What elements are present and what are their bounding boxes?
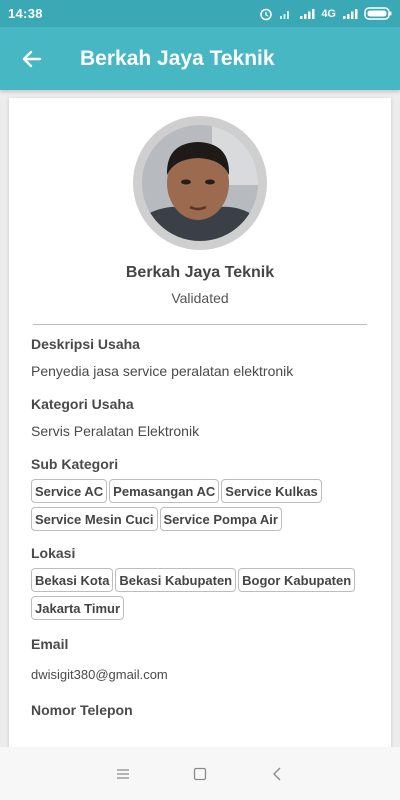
status-icons: 4G <box>259 7 392 21</box>
signal-icon-2 <box>343 8 358 19</box>
chip-service-kulkas[interactable]: Service Kulkas <box>221 479 322 503</box>
validation-status: Validated <box>171 290 229 306</box>
status-bar: 14:38 4G <box>0 0 400 27</box>
location-chips: Bekasi Kota Bekasi Kabupaten Bogor Kabup… <box>31 568 376 624</box>
sub-category-label: Sub Kategori <box>31 456 119 472</box>
profile-photo <box>142 125 258 241</box>
profile-card: Berkah Jaya Teknik Validated Deskripsi U… <box>9 98 391 758</box>
divider <box>33 324 367 325</box>
menu-button[interactable] <box>103 754 143 794</box>
alarm-icon <box>260 8 273 20</box>
chip-bekasi-kota[interactable]: Bekasi Kota <box>31 568 114 592</box>
business-name: Berkah Jaya Teknik <box>125 264 275 281</box>
home-button[interactable] <box>180 754 220 794</box>
description-value: Penyedia jasa service peralatan elektron… <box>31 363 294 379</box>
chip-service-ac[interactable]: Service AC <box>31 479 108 503</box>
description-label: Deskripsi Usaha <box>31 336 140 352</box>
chip-service-mesin-cuci[interactable]: Service Mesin Cuci <box>31 507 158 531</box>
arrow-back-icon <box>22 50 42 67</box>
signal-weak-icon <box>280 10 290 19</box>
chip-jakarta-timur[interactable]: Jakarta Timur <box>31 596 125 620</box>
chip-service-pompa-air[interactable]: Service Pompa Air <box>159 507 282 531</box>
chip-bogor-kabupaten[interactable]: Bogor Kabupaten <box>238 568 356 592</box>
battery-icon <box>364 7 392 20</box>
back-button[interactable] <box>0 27 64 90</box>
chip-bekasi-kabupaten[interactable]: Bekasi Kabupaten <box>115 568 237 592</box>
category-label: Kategori Usaha <box>31 396 134 412</box>
email-value: dwisigit380@gmail.com <box>31 667 168 682</box>
system-back-button[interactable] <box>257 754 297 794</box>
email-label: Email <box>31 636 69 652</box>
chip-pemasangan-ac[interactable]: Pemasangan AC <box>109 479 220 503</box>
home-square-icon <box>193 767 207 780</box>
system-nav-bar <box>0 747 400 800</box>
avatar <box>133 116 267 250</box>
details-section: Deskripsi Usaha Penyedia jasa service pe… <box>31 336 376 718</box>
phone-label: Nomor Telepon <box>31 702 133 718</box>
menu-icon <box>117 768 130 779</box>
page-title: Berkah Jaya Teknik <box>80 46 275 70</box>
location-label: Lokasi <box>31 545 76 561</box>
status-time: 14:38 <box>8 6 43 21</box>
network-type: 4G <box>321 7 336 20</box>
category-value: Servis Peralatan Elektronik <box>31 423 200 439</box>
sub-category-chips: Service AC Pemasangan AC Service Kulkas … <box>31 479 376 535</box>
chevron-left-icon <box>272 767 281 780</box>
app-bar: Berkah Jaya Teknik <box>0 27 400 90</box>
signal-icon <box>300 8 315 19</box>
